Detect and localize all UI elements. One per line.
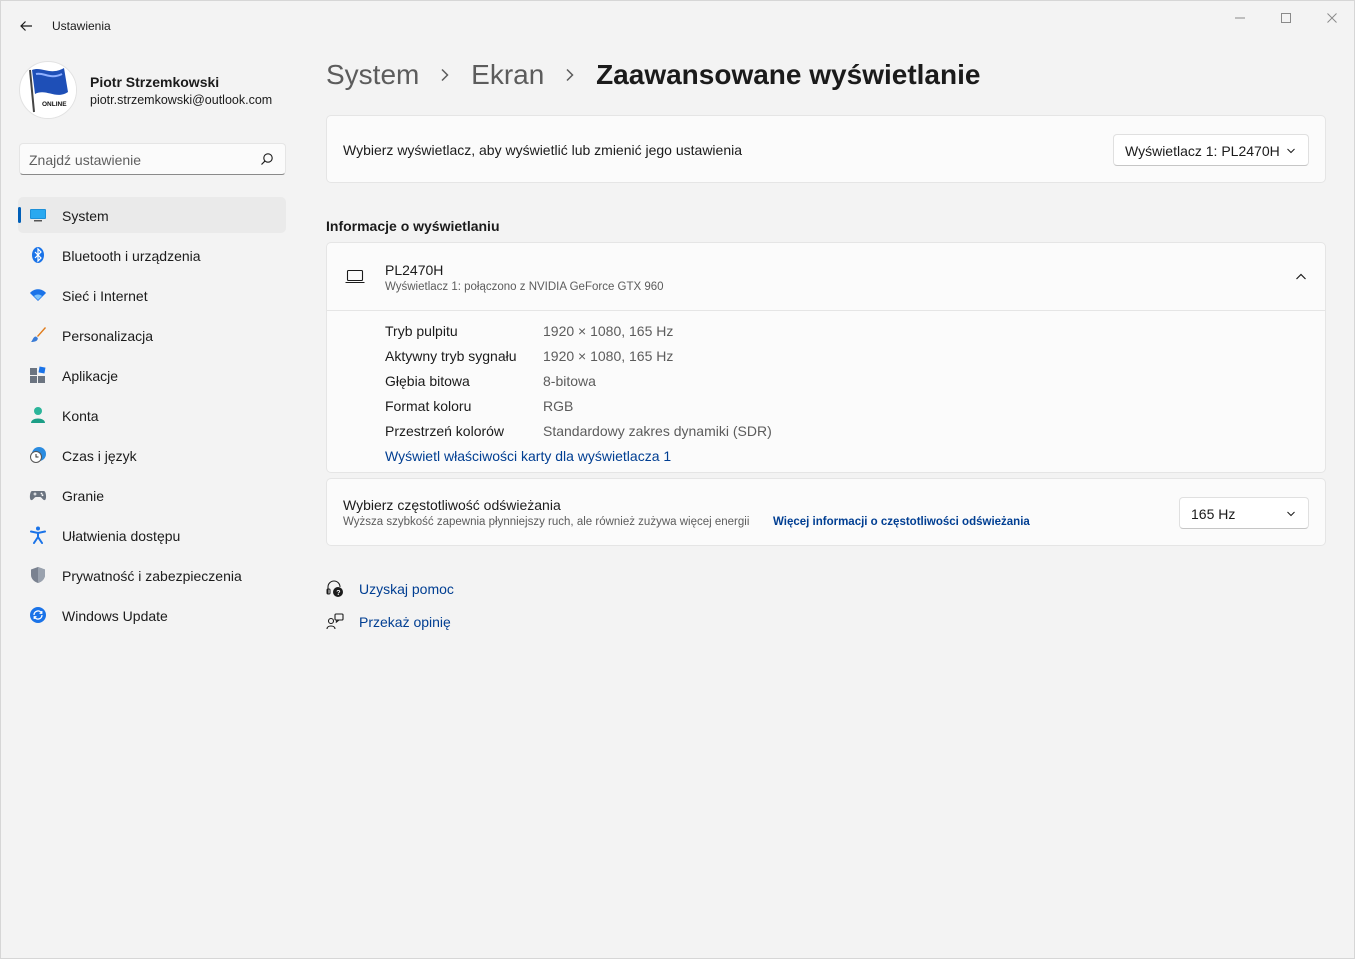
sidebar-item-label: Prywatność i zabezpieczenia <box>62 568 242 584</box>
get-help-text: Uzyskaj pomoc <box>359 581 454 597</box>
minimize-icon <box>1235 17 1245 19</box>
info-label-desktop-mode: Tryb pulpitu <box>385 323 458 339</box>
sidebar-item-network[interactable]: Sieć i Internet <box>18 277 286 313</box>
close-icon <box>1327 13 1337 23</box>
info-value-color-space: Standardowy zakres dynamiki (SDR) <box>543 423 772 439</box>
info-label-color-format: Format koloru <box>385 398 472 414</box>
feedback-link[interactable]: Przekaż opinię <box>326 611 466 635</box>
apps-icon <box>30 366 46 383</box>
get-help-link[interactable]: ? Uzyskaj pomoc <box>326 578 466 602</box>
refresh-rate-description: Wyższa szybkość zapewnia płynniejszy ruc… <box>343 516 750 528</box>
info-label-bit-depth: Głębia bitowa <box>385 373 470 389</box>
info-value-desktop-mode: 1920 × 1080, 165 Hz <box>543 323 674 339</box>
breadcrumb-system[interactable]: System <box>326 59 419 91</box>
sidebar-item-system[interactable]: System <box>18 197 286 233</box>
search-box[interactable] <box>19 143 286 175</box>
chevron-down-icon <box>1287 148 1295 154</box>
sidebar-item-accounts[interactable]: Konta <box>18 397 286 433</box>
shield-icon <box>31 567 45 583</box>
chevron-right-icon <box>441 68 449 82</box>
profile-name: Piotr Strzemkowski <box>90 74 220 90</box>
monitor-icon <box>30 209 46 222</box>
sidebar-item-label: Bluetooth i urządzenia <box>62 248 201 264</box>
monitor-subtitle: Wyświetlacz 1: połączono z NVIDIA GeForc… <box>385 281 664 293</box>
profile-email: piotr.strzemkowski@outlook.com <box>90 93 273 107</box>
info-value-signal-mode: 1920 × 1080, 165 Hz <box>543 348 674 364</box>
display-select-value: Wyświetlacz 1: PL2470H <box>1125 143 1280 159</box>
display-select[interactable]: Wyświetlacz 1: PL2470H <box>1113 134 1309 166</box>
sidebar-item-personalization[interactable]: Personalizacja <box>18 317 286 353</box>
update-icon <box>30 607 46 623</box>
sidebar-item-label: System <box>62 208 109 224</box>
sidebar-item-apps[interactable]: Aplikacje <box>18 357 286 393</box>
back-button[interactable] <box>11 11 41 41</box>
display-info-card: PL2470H Wyświetlacz 1: połączono z NVIDI… <box>326 242 1326 473</box>
adapter-properties-link[interactable]: Wyświetl właściwości karty dla wyświetla… <box>385 448 671 464</box>
refresh-rate-more-link[interactable]: Więcej informacji o częstotliwości odświ… <box>773 516 1030 528</box>
sidebar-item-accessibility[interactable]: Ułatwienia dostępu <box>18 517 286 553</box>
sidebar-item-privacy[interactable]: Prywatność i zabezpieczenia <box>18 557 286 593</box>
sidebar-item-label: Konta <box>62 408 99 424</box>
info-value-bit-depth: 8-bitowa <box>543 373 596 389</box>
svg-text:?: ? <box>336 590 340 597</box>
feedback-icon <box>326 613 344 630</box>
info-label-signal-mode: Aktywny tryb sygnału <box>385 348 517 364</box>
close-button[interactable] <box>1309 1 1355 35</box>
maximize-icon <box>1281 13 1291 23</box>
person-icon <box>31 407 45 423</box>
sidebar-item-label: Czas i język <box>62 448 137 464</box>
search-icon[interactable] <box>260 152 274 166</box>
settings-window: Ustawienia ONLINE Piotr Strzemkowski pio… <box>0 0 1355 959</box>
flag-logo-icon: ONLINE <box>21 63 76 118</box>
chevron-up-icon[interactable] <box>1295 272 1307 282</box>
refresh-rate-select[interactable]: 165 Hz <box>1179 497 1309 529</box>
help-icon: ? <box>326 580 343 597</box>
sidebar-item-label: Aplikacje <box>62 368 119 384</box>
clock-globe-icon <box>30 447 46 463</box>
minimize-button[interactable] <box>1217 1 1263 35</box>
refresh-rate-value: 165 Hz <box>1191 506 1236 522</box>
wifi-icon <box>30 289 46 301</box>
chevron-right-icon <box>566 68 574 82</box>
back-arrow-icon <box>20 21 32 31</box>
display-info-header[interactable]: PL2470H Wyświetlacz 1: połączono z NVIDI… <box>327 243 1325 311</box>
maximize-button[interactable] <box>1263 1 1309 35</box>
sidebar-item-label: Personalizacja <box>62 328 154 344</box>
section-title: Informacje o wyświetlaniu <box>326 218 500 234</box>
sidebar-item-bluetooth[interactable]: Bluetooth i urządzenia <box>18 237 286 273</box>
chevron-down-icon <box>1287 511 1295 517</box>
breadcrumb-display[interactable]: Ekran <box>471 59 544 91</box>
bluetooth-icon <box>32 247 44 263</box>
accessibility-icon <box>30 526 46 544</box>
title-bar: Ustawienia <box>1 1 1354 49</box>
select-display-label: Wybierz wyświetlacz, aby wyświetlić lub … <box>343 142 743 158</box>
refresh-rate-card: Wybierz częstotliwość odświeżania Wyższa… <box>326 478 1326 546</box>
info-label-color-space: Przestrzeń kolorów <box>385 423 505 439</box>
breadcrumb: System Ekran Zaawansowane wyświetlanie <box>326 59 980 99</box>
avatar-text: ONLINE <box>42 101 67 108</box>
gamepad-icon <box>29 491 47 501</box>
monitor-name: PL2470H <box>385 262 444 278</box>
sidebar-item-label: Windows Update <box>62 608 168 624</box>
sidebar-item-label: Ułatwienia dostępu <box>62 528 181 544</box>
avatar: ONLINE <box>19 61 77 119</box>
feedback-text: Przekaż opinię <box>359 614 451 630</box>
info-value-color-format: RGB <box>543 398 574 414</box>
sidebar-item-windows-update[interactable]: Windows Update <box>18 597 286 633</box>
sidebar-item-time-language[interactable]: Czas i język <box>18 437 286 473</box>
app-title: Ustawienia <box>52 19 111 33</box>
refresh-rate-title: Wybierz częstotliwość odświeżania <box>343 497 561 513</box>
sidebar-item-gaming[interactable]: Granie <box>18 477 286 513</box>
laptop-icon <box>345 269 365 284</box>
sidebar-item-label: Sieć i Internet <box>62 288 148 304</box>
select-display-card: Wybierz wyświetlacz, aby wyświetlić lub … <box>326 115 1326 183</box>
sidebar-item-label: Granie <box>62 488 105 504</box>
brush-icon <box>31 327 46 342</box>
sidebar-nav: System Bluetooth i urządzenia Sieć i Int… <box>18 197 286 637</box>
page-title: Zaawansowane wyświetlanie <box>596 59 981 90</box>
search-input[interactable] <box>29 150 249 170</box>
